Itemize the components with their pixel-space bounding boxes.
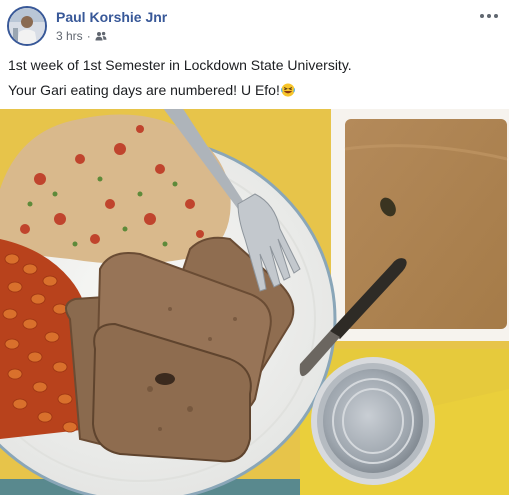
post-text-line-1: 1st week of 1st Semester in Lockdown Sta… bbox=[8, 57, 352, 73]
friends-icon[interactable] bbox=[95, 31, 107, 41]
post-text-line-2: Your Gari eating days are numbered! U Ef… bbox=[8, 82, 295, 100]
post-text-line-2-content: Your Gari eating days are numbered! U Ef… bbox=[8, 82, 280, 98]
facebook-post: Paul Korshie Jnr 3 hrs · 1st week of 1st… bbox=[0, 0, 509, 495]
author-name[interactable]: Paul Korshie Jnr bbox=[56, 9, 167, 25]
post-timestamp[interactable]: 3 hrs bbox=[56, 29, 83, 43]
post-header: Paul Korshie Jnr 3 hrs · bbox=[0, 0, 509, 52]
post-meta: 3 hrs · bbox=[56, 29, 107, 43]
meta-separator: · bbox=[86, 29, 91, 43]
more-options-icon[interactable] bbox=[477, 6, 501, 26]
author-avatar[interactable] bbox=[7, 6, 47, 46]
meal-photo-illustration bbox=[0, 109, 509, 495]
avatar-picture bbox=[9, 8, 45, 44]
rolling-on-floor-laughing-emoji bbox=[280, 83, 295, 100]
post-photo[interactable] bbox=[0, 109, 509, 495]
